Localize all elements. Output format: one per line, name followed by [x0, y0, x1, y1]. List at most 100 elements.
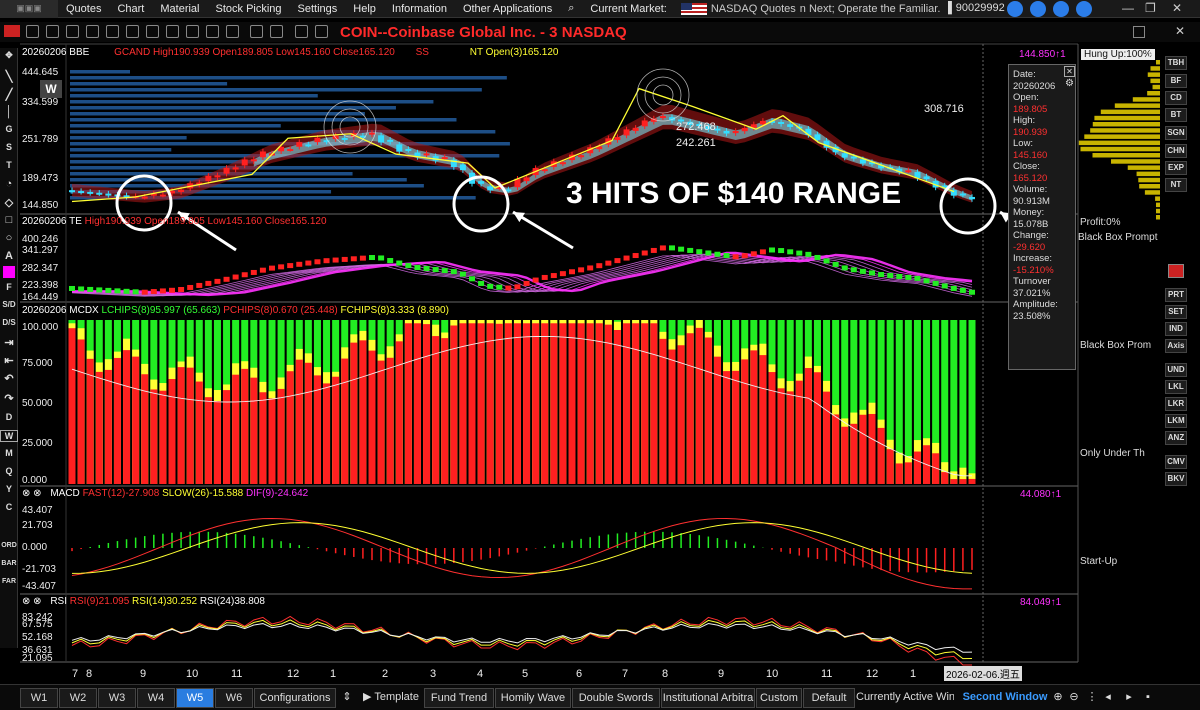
ta-block [487, 283, 494, 289]
zoom-out-icon[interactable]: ⊖ [1066, 688, 1082, 708]
mcdx-bar-red [904, 462, 912, 484]
sidebar-button-nt[interactable]: NT [1165, 178, 1187, 192]
info-close-icon[interactable]: ✕ [1064, 66, 1075, 77]
candle [96, 192, 103, 195]
tab-custom[interactable]: Custom [756, 688, 802, 708]
second-window-link[interactable]: Second Window [960, 688, 1050, 708]
sort-icon[interactable]: ⇕ [340, 688, 354, 708]
ta-block [359, 255, 366, 261]
ta-block [178, 286, 185, 292]
sidebar-button-lkr[interactable]: LKR [1165, 397, 1187, 411]
sidebar-button-cd[interactable]: CD [1165, 91, 1187, 105]
ta-block [723, 253, 730, 259]
ta-block [923, 278, 930, 284]
rsi-14: RSI(14)30.252 [132, 596, 198, 607]
ta-block [796, 250, 803, 256]
sidebar-button-axis[interactable]: Axis [1165, 339, 1187, 353]
mcdx-pane-header: 20260206 MCDX LCHIPS(8)95.997 (65.663) P… [22, 305, 449, 316]
sidebar-button-set[interactable]: SET [1165, 305, 1187, 319]
mcdx-bar-red [68, 328, 76, 484]
candle [478, 181, 485, 184]
candle [387, 139, 394, 142]
side-volume-bar [1084, 134, 1160, 139]
tab-institutional-arbitrage[interactable]: Institutional Arbitra [661, 688, 755, 708]
side-volume-bar [1138, 177, 1160, 183]
more-icon[interactable]: ⋮ [1085, 688, 1099, 708]
fit-icon[interactable]: ▪ [1140, 688, 1156, 708]
ta-block [223, 276, 230, 282]
tab-w2[interactable]: W2 [59, 688, 97, 708]
mcdx-bar-red [850, 423, 858, 484]
candle [369, 132, 375, 135]
sidebar-button-bkv[interactable]: BKV [1165, 472, 1187, 486]
tab-w6[interactable]: W6 [215, 688, 253, 708]
macd-fast: FAST(12)-27.908 [82, 488, 160, 499]
flag-icon[interactable] [1168, 264, 1184, 278]
volume-profile-bar [70, 118, 457, 122]
sidebar-button-sgn[interactable]: SGN [1165, 126, 1187, 140]
mcdx-bar-red [268, 398, 276, 484]
pane-settings-icon-2[interactable]: ⊗ ⊗ [22, 596, 42, 607]
mcdx-bar-red [704, 337, 712, 484]
candle [641, 120, 648, 127]
sidebar-button-prt[interactable]: PRT [1165, 288, 1187, 302]
ta-block [578, 267, 585, 273]
ta-block [669, 245, 675, 251]
tab-w3[interactable]: W3 [98, 688, 136, 708]
sidebar-button-cmv[interactable]: CMV [1165, 455, 1187, 469]
tab-double-swords[interactable]: Double Swords [572, 688, 660, 708]
sidebar-button-ind[interactable]: IND [1165, 322, 1187, 336]
ta-block [205, 280, 212, 286]
mcdx-bar-red [359, 340, 367, 484]
info-label: Turnover [1013, 276, 1051, 287]
hung-up-indicator[interactable]: Hung Up:100% [1081, 49, 1155, 60]
candle [841, 153, 848, 158]
pane-settings-icon[interactable]: ⊗ ⊗ [22, 488, 42, 499]
sidebar-button-chn[interactable]: CHN [1165, 144, 1187, 158]
mcdx-bar-red [886, 449, 894, 484]
sidebar-button-bf[interactable]: BF [1165, 74, 1187, 88]
sidebar-button-bt[interactable]: BT [1165, 108, 1187, 122]
x-axis-label: 5 [522, 668, 528, 680]
mcdx-lchips: LCHIPS(8)95.997 (65.663) [101, 305, 221, 316]
side-volume-bar [1144, 190, 1160, 195]
mcdx-bar-red [877, 427, 885, 484]
tab-w5[interactable]: W5 [176, 688, 214, 708]
candle [232, 167, 239, 170]
tab-default[interactable]: Default [803, 688, 855, 708]
ta-block [759, 249, 766, 255]
tab-fund-trend[interactable]: Fund Trend [424, 688, 494, 708]
scroll-left-icon[interactable]: ◂ [1101, 688, 1115, 708]
x-axis-label: 12 [287, 668, 299, 680]
ta-block [932, 280, 939, 286]
template-label[interactable]: ▶ Template [360, 688, 422, 708]
sidebar-button-anz[interactable]: ANZ [1165, 431, 1187, 445]
mcdx-bar-green [968, 320, 976, 484]
sidebar-button-lkl[interactable]: LKL [1165, 380, 1187, 394]
sidebar-button-exp[interactable]: EXP [1165, 161, 1187, 175]
mcdx-bar-red [195, 381, 203, 484]
period-badge[interactable]: W [40, 80, 62, 98]
zoom-in-icon[interactable]: ⊕ [1050, 688, 1066, 708]
ta-y-tick: 400.246 [22, 234, 59, 245]
tab-w1[interactable]: W1 [20, 688, 58, 708]
info-label: Increase: [1013, 253, 1053, 264]
configurations-button[interactable]: Configurations [254, 688, 336, 708]
x-axis-label: 10 [186, 668, 198, 680]
rsi-pane [71, 615, 973, 666]
x-axis-label: 7 [622, 668, 628, 680]
mcdx-bar-red [968, 478, 976, 484]
volume-profile-bar [70, 178, 407, 182]
x-axis-label: 12 [866, 668, 878, 680]
scroll-right-icon[interactable]: ▸ [1123, 688, 1135, 708]
sidebar-button-lkm[interactable]: LKM [1165, 414, 1187, 428]
side-volume-bar [1150, 66, 1160, 71]
expand-icon[interactable]: » [1148, 47, 1155, 61]
sidebar-button-tbh[interactable]: TBH [1165, 56, 1187, 70]
info-settings-icon[interactable]: ⚙ [1065, 78, 1074, 89]
tab-homily-wave[interactable]: Homily Wave [495, 688, 571, 708]
ta-y-tick: 341.297 [22, 245, 59, 256]
sidebar-button-und[interactable]: UND [1165, 363, 1187, 377]
info-value: 190.939 [1013, 126, 1048, 138]
tab-w4[interactable]: W4 [137, 688, 175, 708]
